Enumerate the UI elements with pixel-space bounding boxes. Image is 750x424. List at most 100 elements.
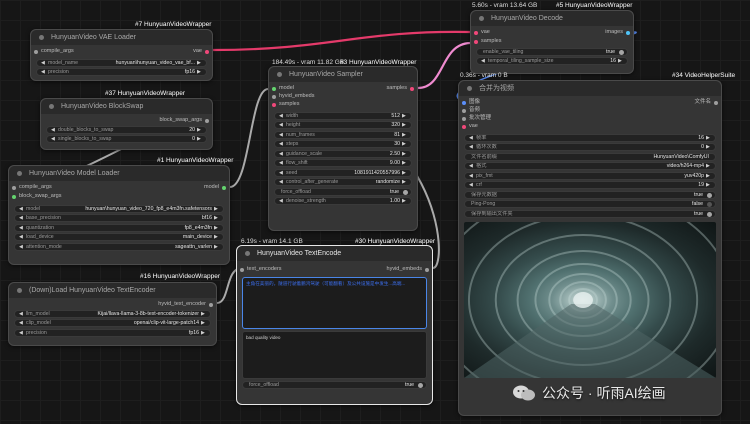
output-text-encoder[interactable]: hyvid_text_encoder [9, 300, 216, 308]
chevron-right-icon[interactable]: ▶ [214, 244, 219, 250]
input-vae[interactable]: vae [471, 28, 490, 36]
llm-model-select[interactable]: ◀ llm_model Kijai/llava-llama-3-8b-text-en… [14, 309, 211, 318]
precision-select[interactable]: ◀ precision fp16 ▶ [14, 328, 211, 337]
precision-select[interactable]: ◀ precision fp16 ▶ [36, 68, 207, 76]
chevron-right-icon[interactable]: ▶ [197, 127, 202, 133]
quantization-select[interactable]: ◀ quantization fp8_e4m3fn ▶ [14, 223, 224, 232]
chevron-right-icon[interactable]: ▶ [402, 160, 407, 166]
chevron-right-icon[interactable]: ▶ [706, 135, 711, 141]
socket[interactable] [205, 49, 209, 54]
output-images[interactable]: images [605, 28, 633, 36]
chevron-right-icon[interactable]: ▶ [706, 173, 711, 179]
chevron-right-icon[interactable]: ▶ [201, 320, 206, 326]
model-loader-node[interactable]: HunyuanVideo Model Loader compile_args b… [8, 165, 230, 265]
chevron-right-icon[interactable]: ▶ [197, 69, 202, 75]
input-text-encoders[interactable]: text_encoders [237, 265, 282, 273]
socket[interactable] [626, 30, 630, 35]
output-vae[interactable]: vae [193, 47, 212, 55]
filename-prefix-input[interactable]: 文件名前缀 HunyuanVideo\ComfyUI [464, 152, 716, 161]
collapse-dot[interactable] [245, 251, 250, 256]
force-offload-toggle[interactable]: force_offload true [274, 187, 412, 196]
model-name-select[interactable]: ◀ model_name hunyuan\hunyuan_video_vae_bf.… [36, 58, 207, 67]
chevron-right-icon[interactable]: ▶ [402, 151, 407, 157]
toggle-knob[interactable] [403, 189, 408, 195]
output-model[interactable]: model [204, 183, 229, 191]
node-title[interactable]: HunyuanVideo Decode [471, 11, 633, 26]
socket[interactable] [462, 116, 466, 121]
double-blocks-stepper[interactable]: ◀ double_blocks_to_swap 20 ▶ [46, 125, 207, 134]
save-metadata-toggle[interactable]: 保存元数据 true [464, 190, 716, 199]
seed-stepper[interactable]: ◀ seed 1081911420557996 ▶ [274, 168, 412, 177]
chevron-right-icon[interactable]: ▶ [402, 132, 407, 138]
chevron-right-icon[interactable]: ▶ [214, 225, 219, 231]
socket[interactable] [425, 267, 429, 272]
num-frames-stepper[interactable]: ◀ num_frames 81 ▶ [274, 130, 412, 139]
ping-pong-toggle[interactable]: Ping-Pong false [464, 200, 716, 208]
socket[interactable] [272, 86, 276, 91]
guidance-scale-stepper[interactable]: ◀ guidance_scale 2.50 ▶ [274, 149, 412, 158]
collapse-dot[interactable] [277, 72, 282, 77]
decode-node[interactable]: HunyuanVideo Decode vae samples images e… [470, 10, 634, 74]
vae-loader-node[interactable]: HunyuanVideo VAE Loader compile_args vae… [30, 29, 213, 81]
chevron-right-icon[interactable]: ▶ [201, 330, 206, 336]
socket[interactable] [34, 49, 38, 54]
chevron-right-icon[interactable]: ▶ [706, 182, 711, 188]
prompt-textarea[interactable]: 主角在美丽的，隧道行驶着鹏鸿驾驶（可能翻看）及公共设施是中发生...高端... [242, 277, 427, 329]
node-title[interactable]: HunyuanVideo TextEncode [237, 246, 432, 261]
input-compile-args[interactable]: compile_args [31, 47, 74, 55]
input-samples[interactable]: samples [471, 37, 501, 45]
base-precision-select[interactable]: ◀ base_precision bf16 ▶ [14, 214, 224, 222]
socket[interactable] [410, 86, 414, 91]
input-block-swap-args[interactable]: block_swap_args [9, 192, 62, 200]
width-stepper[interactable]: ◀ width 512 ▶ [274, 111, 412, 120]
input-samples[interactable]: samples [269, 100, 299, 108]
input-vae[interactable]: vae [459, 122, 478, 130]
collapse-dot[interactable] [17, 288, 22, 293]
node-title[interactable]: HunyuanVideo BlockSwap [41, 99, 212, 114]
chevron-right-icon[interactable]: ▶ [402, 141, 407, 147]
socket[interactable] [272, 102, 276, 107]
node-title[interactable]: HunyuanVideo Model Loader [9, 166, 229, 181]
height-stepper[interactable]: ◀ height 320 ▶ [274, 121, 412, 129]
socket[interactable] [205, 118, 209, 123]
steps-stepper[interactable]: ◀ steps 30 ▶ [274, 140, 412, 148]
text-encode-node[interactable]: HunyuanVideo TextEncode text_encoders hy… [236, 245, 433, 405]
temporal-tiling-stepper[interactable]: ◀ temporal_tiling_sample_size 16 ▶ [476, 57, 628, 65]
collapse-dot[interactable] [17, 171, 22, 176]
toggle-knob[interactable] [707, 192, 712, 198]
socket[interactable] [272, 94, 276, 99]
video-preview[interactable] [464, 221, 716, 378]
clip-model-select[interactable]: ◀ clip_model openai/clip-vit-large-patch14… [14, 319, 211, 327]
force-offload-toggle[interactable]: force_offload true [242, 381, 427, 389]
save-output-toggle[interactable]: 保存到输出文件夹 true [464, 209, 716, 218]
text-encoder-loader-node[interactable]: (Down)Load HunyuanVideo TextEncoder hyvi… [8, 282, 217, 346]
toggle-knob[interactable] [619, 49, 624, 55]
single-blocks-stepper[interactable]: ◀ single_blocks_to_swap 0 ▶ [46, 135, 207, 143]
node-title[interactable]: (Down)Load HunyuanVideo TextEncoder [9, 283, 216, 298]
output-block-swap-args[interactable]: block_swap_args [41, 116, 212, 124]
input-audio[interactable]: 音频 [459, 106, 480, 114]
input-compile-args[interactable]: compile_args [9, 183, 52, 191]
load-device-select[interactable]: ◀ load_device main_device ▶ [14, 233, 224, 241]
node-title[interactable]: 合并为视频 [459, 81, 721, 96]
video-combine-node[interactable]: 合并为视频 图像 音频 批次管理 vae 文件名 ◀ 帧率 16 ▶ ◀ 循环次数 0 ▶ … [458, 80, 722, 416]
socket[interactable] [222, 185, 226, 190]
socket[interactable] [462, 108, 466, 113]
denoise-strength-stepper[interactable]: ◀ denoise_strength 1.00 ▶ [274, 197, 412, 205]
toggle-knob[interactable] [707, 211, 712, 217]
collapse-dot[interactable] [479, 16, 484, 21]
sampler-node[interactable]: HunyuanVideo Sampler model hyvid_embeds … [268, 66, 418, 231]
socket[interactable] [474, 30, 478, 35]
socket[interactable] [474, 39, 478, 44]
input-batch-manager[interactable]: 批次管理 [459, 114, 491, 122]
chevron-right-icon[interactable]: ▶ [214, 206, 219, 212]
toggle-knob[interactable] [707, 202, 712, 207]
socket[interactable] [714, 100, 718, 105]
socket[interactable] [209, 302, 213, 307]
output-samples[interactable]: samples [387, 84, 417, 92]
vae-tiling-toggle[interactable]: enable_vae_tiling true [476, 47, 628, 56]
format-select[interactable]: ◀ 格式 video/h264-mp4 ▶ [464, 162, 716, 170]
chevron-right-icon[interactable]: ▶ [197, 136, 202, 142]
chevron-right-icon[interactable]: ▶ [618, 58, 623, 64]
socket[interactable] [240, 267, 244, 272]
